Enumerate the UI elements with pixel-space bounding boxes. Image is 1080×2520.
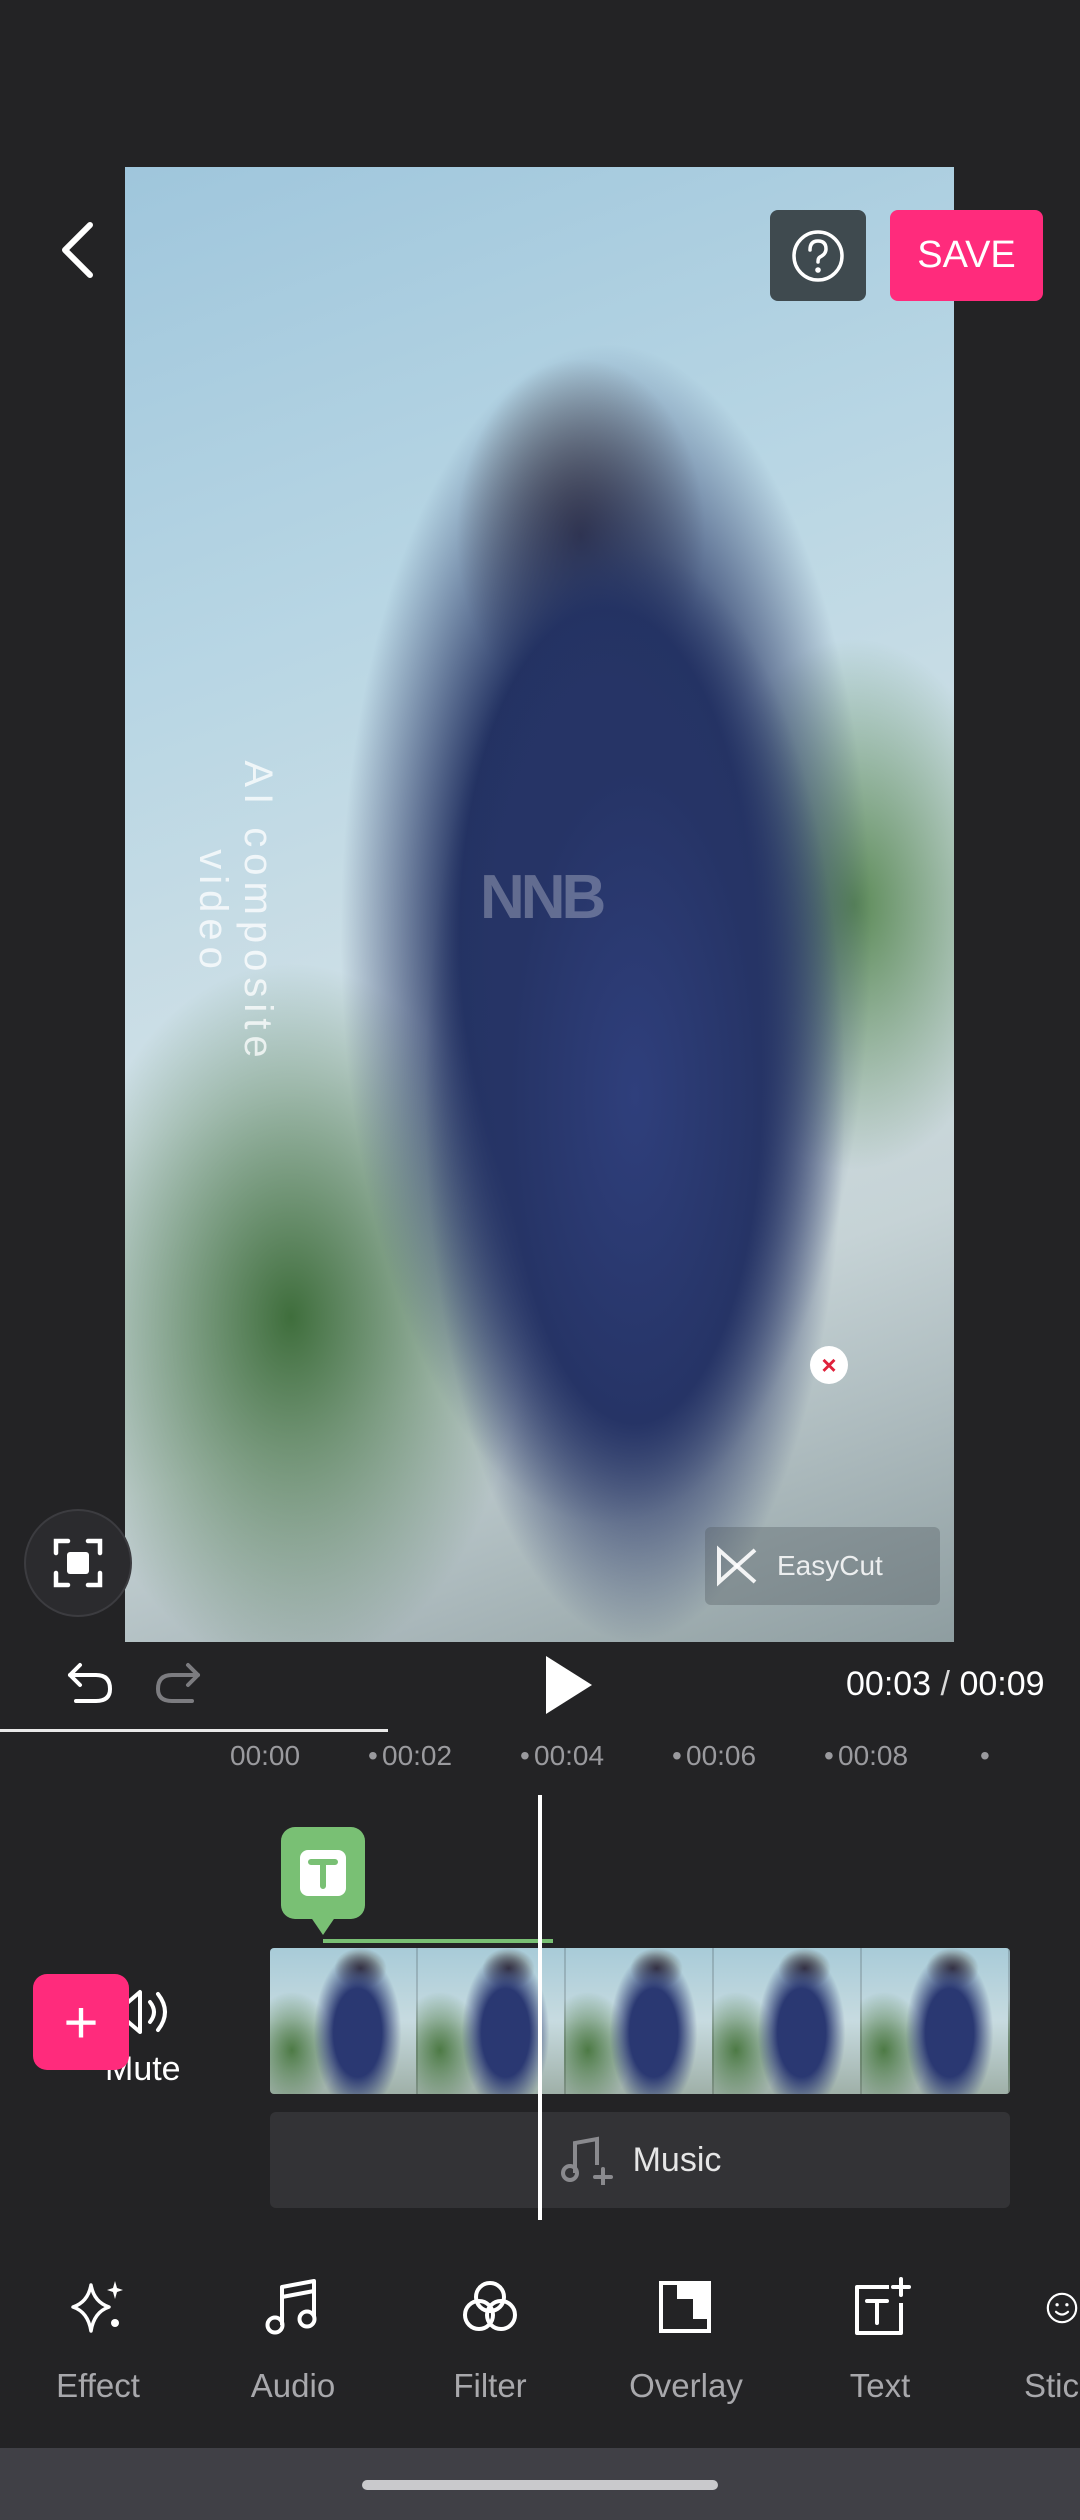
fit-screen-icon — [53, 1538, 103, 1588]
vertical-watermark: AI composite video — [191, 760, 280, 1064]
tool-text[interactable]: Text — [800, 2270, 960, 2405]
text-t-icon — [300, 1850, 346, 1896]
redo-icon — [155, 1663, 200, 1703]
help-button[interactable] — [770, 210, 866, 301]
text-clip-pointer — [308, 1913, 338, 1935]
playback-progress-bar — [0, 1729, 388, 1732]
question-circle-icon — [792, 229, 844, 282]
easycut-label: EasyCut — [777, 1550, 883, 1581]
ruler-tick-dot: • — [824, 1740, 834, 1771]
video-thumbnail — [714, 1948, 862, 2094]
chevron-left-icon — [62, 222, 93, 278]
tool-overlay[interactable]: Overlay — [606, 2270, 766, 2405]
tool-filter[interactable]: Filter — [410, 2270, 570, 2405]
tool-label: Effect — [56, 2367, 140, 2404]
add-clip-button[interactable]: + — [33, 1974, 129, 2070]
ruler-tick-dot: • — [980, 1740, 990, 1771]
video-preview[interactable]: AI composite video NNB EasyCut — [125, 167, 954, 1642]
bottom-toolbar: Effect Audio Filter Overlay Text Stic — [0, 2270, 1080, 2420]
preview-subject — [425, 427, 845, 1642]
remove-watermark-button[interactable]: × — [810, 1346, 848, 1384]
video-thumbnail — [862, 1948, 1010, 2094]
music-note-icon — [265, 2278, 317, 2334]
current-time: 00:03 — [846, 1665, 932, 1703]
tool-effect[interactable]: Effect — [18, 2270, 178, 2405]
add-music-track[interactable]: Music — [270, 2112, 1010, 2208]
home-indicator[interactable] — [362, 2480, 718, 2490]
play-icon — [546, 1656, 592, 1714]
fit-screen-button[interactable] — [24, 1509, 132, 1617]
ruler-tick: 00:02 — [382, 1740, 453, 1771]
music-add-icon — [560, 2136, 613, 2185]
time-ruler: 00:00 • 00:02 • 00:04 • 00:06 • 00:08 • — [230, 1740, 1020, 1780]
play-button[interactable] — [538, 1650, 598, 1720]
center-watermark: NNB — [480, 863, 606, 932]
filter-circles-icon — [463, 2280, 517, 2331]
tool-label: Filter — [453, 2367, 527, 2404]
ruler-tick: 00:08 — [838, 1740, 909, 1771]
save-button[interactable]: SAVE — [890, 210, 1043, 301]
tool-label: Audio — [250, 2367, 336, 2404]
ruler-tick-dot: • — [368, 1740, 378, 1771]
back-button[interactable] — [50, 215, 110, 285]
tool-label: Overlay — [629, 2367, 743, 2404]
video-thumbnail — [270, 1948, 418, 2094]
tool-audio[interactable]: Audio — [213, 2270, 373, 2405]
tool-sticker[interactable]: Stic — [984, 2270, 1080, 2405]
total-time: 00:09 — [959, 1665, 1045, 1703]
text-clip-duration-line — [323, 1939, 553, 1943]
timeline-playhead[interactable] — [538, 1795, 542, 2220]
ruler-tick: 00:04 — [534, 1740, 605, 1771]
undo-button[interactable] — [62, 1655, 118, 1711]
ruler-tick: 00:06 — [686, 1740, 757, 1771]
ruler-tick: 00:00 — [230, 1740, 301, 1771]
video-thumbnail — [566, 1948, 714, 2094]
sticker-icon — [1046, 2292, 1078, 2323]
text-clip-marker[interactable] — [281, 1827, 365, 1939]
ruler-tick-dot: • — [520, 1740, 530, 1771]
sparkle-icon — [71, 2280, 123, 2333]
ruler-tick-dot: • — [672, 1740, 682, 1771]
add-text-icon — [855, 2276, 911, 2335]
time-separator: / — [931, 1665, 960, 1703]
tool-label: Stic — [1024, 2367, 1080, 2404]
easycut-watermark[interactable]: EasyCut — [705, 1527, 940, 1605]
video-clip-strip[interactable] — [270, 1948, 1010, 2094]
tool-label: Text — [849, 2367, 911, 2404]
time-readout: 00:03 / 00:09 — [846, 1665, 1045, 1704]
video-thumbnail — [418, 1948, 566, 2094]
music-label: Music — [632, 2140, 722, 2179]
text-clip-body — [281, 1827, 365, 1919]
redo-button[interactable] — [150, 1655, 206, 1711]
overlay-icon — [659, 2280, 711, 2333]
undo-icon — [68, 1663, 113, 1703]
easycut-logo-icon — [717, 1545, 757, 1587]
